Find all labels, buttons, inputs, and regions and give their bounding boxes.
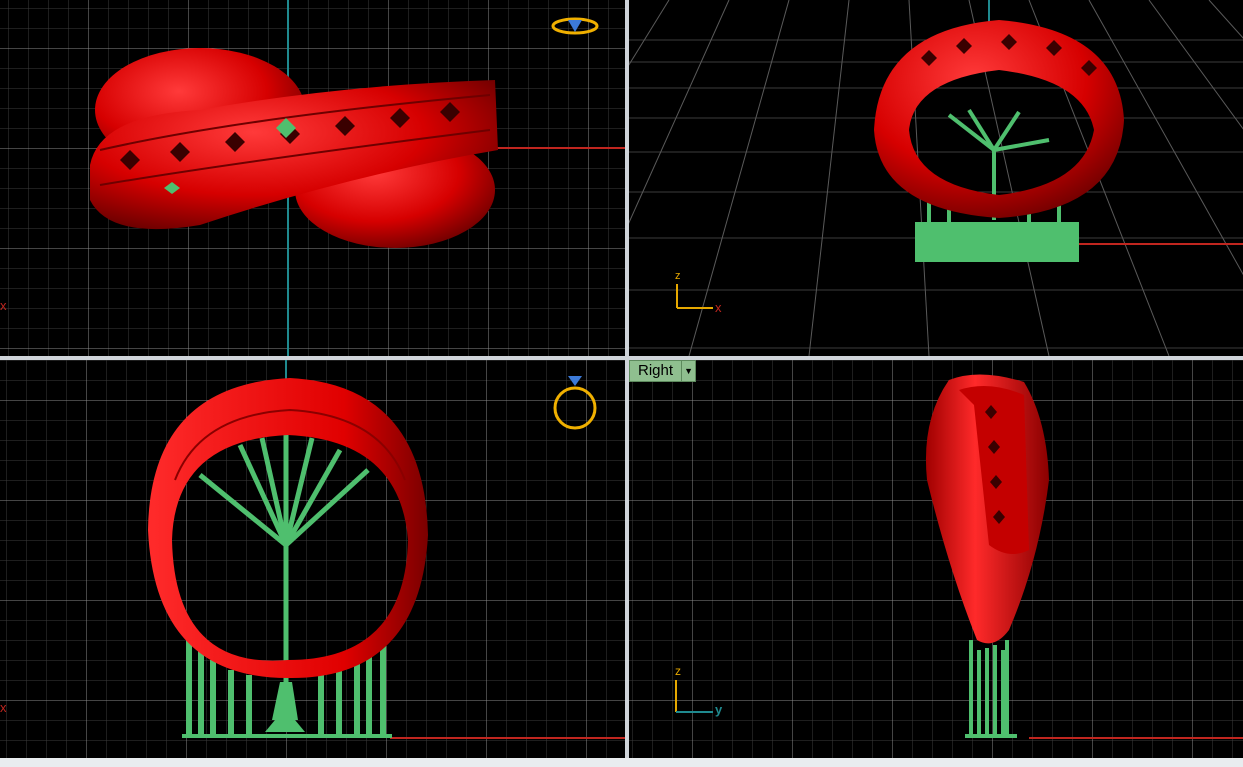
ring-model-top[interactable] bbox=[0, 0, 625, 356]
viewport-title[interactable]: Right bbox=[630, 361, 681, 381]
axis-z-label: z bbox=[675, 664, 681, 678]
ring-model-front[interactable] bbox=[0, 360, 625, 758]
viewport-front[interactable]: x bbox=[0, 360, 625, 758]
four-viewport-workspace: x z x x z y Right ▼ bbox=[0, 0, 1243, 767]
axis-x-label: x bbox=[0, 700, 7, 715]
viewport-title-tab[interactable]: Right ▼ bbox=[629, 360, 697, 382]
ring-model-right[interactable] bbox=[629, 360, 1243, 758]
triangle-down-icon[interactable]: ▼ bbox=[681, 361, 695, 381]
ring-view-icon[interactable] bbox=[550, 372, 600, 436]
viewport-perspective[interactable]: z x bbox=[629, 0, 1243, 356]
axis-y-label: y bbox=[715, 702, 723, 717]
viewport-right[interactable]: z y Right ▼ bbox=[629, 360, 1243, 758]
axis-x-label: x bbox=[715, 300, 722, 315]
ring-view-icon[interactable] bbox=[550, 12, 600, 42]
axis-x-label: x bbox=[0, 298, 7, 313]
viewport-top[interactable]: x bbox=[0, 0, 625, 356]
axis-z-label: z bbox=[675, 270, 681, 282]
status-strip bbox=[0, 758, 1243, 767]
